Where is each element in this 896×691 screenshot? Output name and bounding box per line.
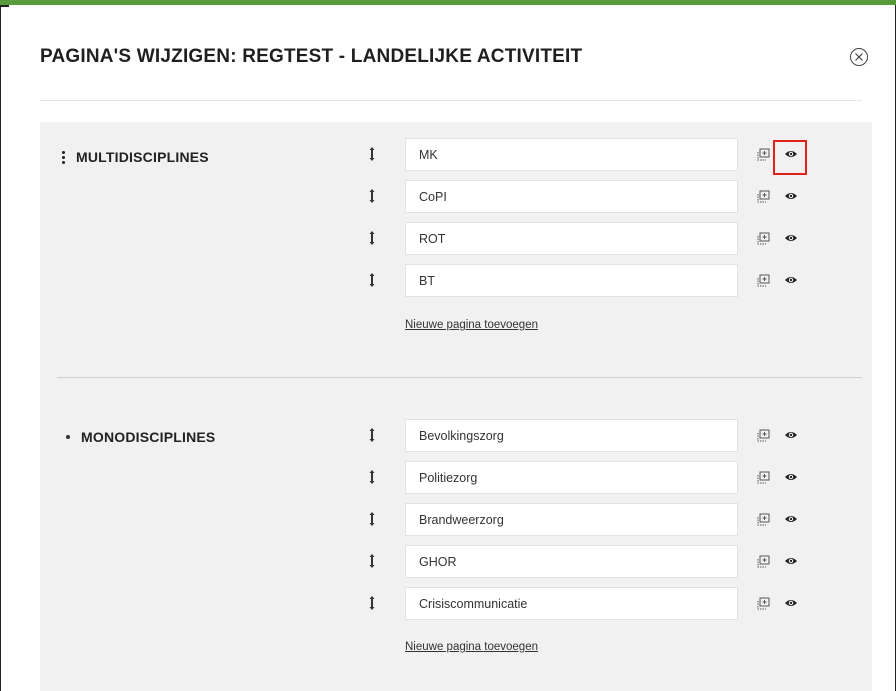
page-name-input[interactable]: [405, 587, 738, 620]
eye-icon[interactable]: [784, 556, 798, 566]
add-page-link[interactable]: Nieuwe pagina toevoegen: [405, 319, 538, 331]
drag-handle-icon[interactable]: [367, 553, 377, 569]
page-row: [40, 222, 872, 255]
window-left-border: [0, 5, 1, 691]
copy-icon[interactable]: [755, 512, 771, 528]
copy-icon[interactable]: [755, 147, 771, 163]
add-page-link[interactable]: Nieuwe pagina toevoegen: [405, 641, 538, 653]
page-name-input[interactable]: [405, 461, 738, 494]
copy-icon[interactable]: [755, 231, 771, 247]
modal-title: PAGINA'S WIJZIGEN: REGTEST - LANDELIJKE …: [40, 46, 583, 67]
section-divider: [57, 377, 862, 378]
page-row: [40, 419, 872, 452]
copy-icon[interactable]: [755, 428, 771, 444]
eye-icon[interactable]: [784, 191, 798, 201]
copy-icon[interactable]: [755, 273, 771, 289]
eye-icon[interactable]: [784, 275, 798, 285]
drag-handle-icon[interactable]: [367, 272, 377, 288]
header-divider: [40, 100, 862, 101]
close-icon[interactable]: [850, 48, 868, 66]
page-row: [40, 587, 872, 620]
page-name-input[interactable]: [405, 222, 738, 255]
window-border-stub: [0, 5, 9, 7]
page-row: [40, 264, 872, 297]
eye-icon[interactable]: [784, 149, 798, 159]
pages-panel: MULTIDISCIPLINES MK CoPI ROT BT Nieuwe p…: [40, 122, 872, 691]
top-accent-bar: [0, 0, 896, 5]
page-name-input[interactable]: [405, 419, 738, 452]
page-name-input[interactable]: [405, 180, 738, 213]
page-row: [40, 138, 872, 171]
drag-handle-icon[interactable]: [367, 146, 377, 162]
drag-handle-icon[interactable]: [367, 469, 377, 485]
copy-icon[interactable]: [755, 470, 771, 486]
drag-handle-icon[interactable]: [367, 230, 377, 246]
eye-icon[interactable]: [784, 472, 798, 482]
eye-icon[interactable]: [784, 514, 798, 524]
eye-icon[interactable]: [784, 430, 798, 440]
copy-icon[interactable]: [755, 596, 771, 612]
page-name-input[interactable]: [405, 138, 738, 171]
eye-icon[interactable]: [784, 233, 798, 243]
page-row: [40, 180, 872, 213]
drag-handle-icon[interactable]: [367, 595, 377, 611]
page-name-input[interactable]: [405, 545, 738, 578]
drag-handle-icon[interactable]: [367, 427, 377, 443]
close-x-glyph: [855, 53, 863, 61]
page-row: [40, 461, 872, 494]
page-name-input[interactable]: [405, 264, 738, 297]
copy-icon[interactable]: [755, 189, 771, 205]
copy-icon[interactable]: [755, 554, 771, 570]
page-name-input[interactable]: [405, 503, 738, 536]
eye-icon[interactable]: [784, 598, 798, 608]
drag-handle-icon[interactable]: [367, 511, 377, 527]
page-row: [40, 545, 872, 578]
drag-handle-icon[interactable]: [367, 188, 377, 204]
page-row: [40, 503, 872, 536]
